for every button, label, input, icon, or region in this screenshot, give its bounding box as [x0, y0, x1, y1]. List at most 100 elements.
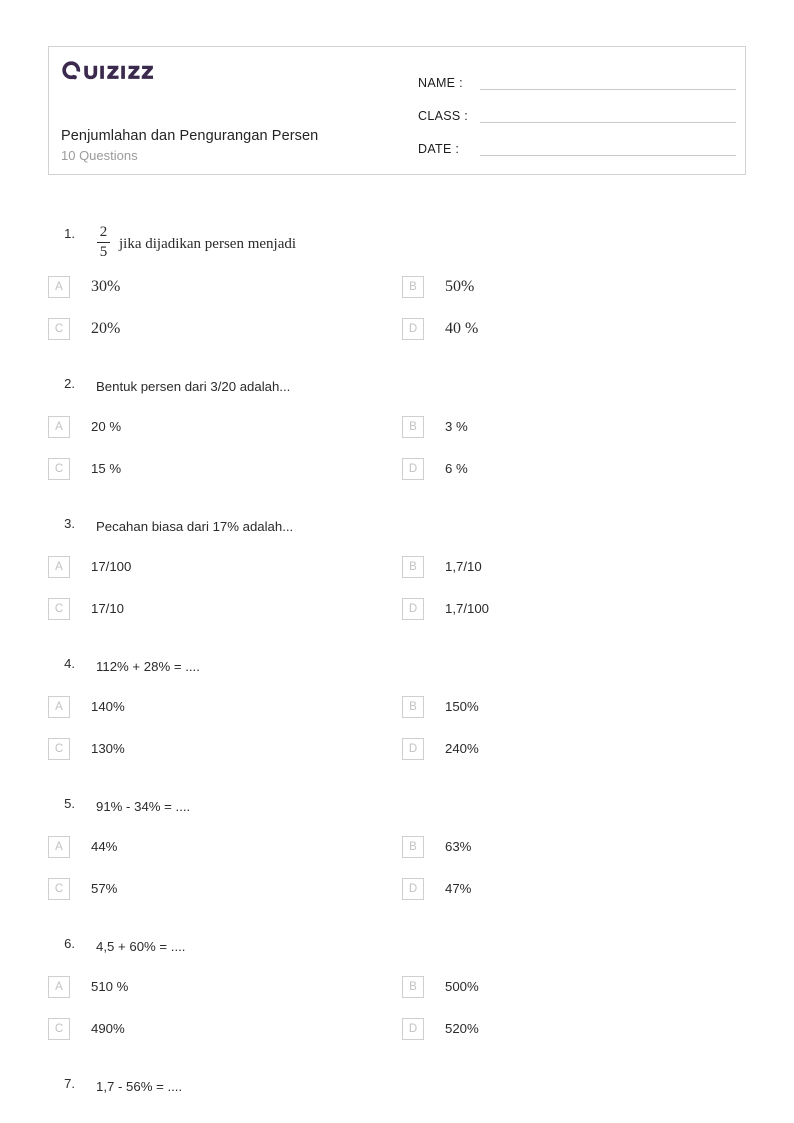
option-letter-box[interactable]: A — [48, 695, 70, 718]
question-prompt: 4,5 + 60% = .... — [96, 938, 186, 954]
option-text: 20% — [91, 319, 121, 337]
class-field-input[interactable] — [480, 121, 736, 123]
answer-option-c[interactable]: C 57% — [48, 877, 118, 900]
answer-option-d[interactable]: D 6 % — [402, 457, 468, 480]
option-letter-box[interactable]: B — [402, 415, 424, 438]
option-letter-box[interactable]: C — [48, 597, 70, 620]
option-row: C 57% D 47% — [0, 877, 794, 920]
option-letter-box[interactable]: B — [402, 835, 424, 858]
fraction-numerator: 2 — [99, 224, 108, 240]
answer-option-b[interactable]: B 1,7/10 — [402, 555, 482, 578]
answer-option-d[interactable]: D 40 % — [402, 317, 478, 340]
question-prompt: 91% - 34% = .... — [96, 798, 191, 814]
answer-option-c[interactable]: C 15 % — [48, 457, 122, 480]
answer-options: A 140% B 150% C 130% D 240% — [0, 695, 794, 780]
answer-option-a[interactable]: A 30% — [48, 275, 120, 298]
quizizz-logo — [61, 58, 157, 84]
option-letter-box[interactable]: D — [402, 317, 424, 340]
question-header: 7. 1,7 - 56% = .... — [0, 1076, 794, 1102]
option-letter-box[interactable]: A — [48, 415, 70, 438]
option-letter-box[interactable]: A — [48, 555, 70, 578]
option-text: 57% — [91, 881, 118, 897]
answer-options: A 30% B 50% C 20% D 40 % — [0, 275, 794, 360]
fraction-denominator: 5 — [99, 244, 108, 261]
option-letter-box[interactable]: D — [402, 597, 424, 620]
answer-option-c[interactable]: C 20% — [48, 317, 121, 340]
answer-option-c[interactable]: C 490% — [48, 1017, 125, 1040]
date-field-label: DATE : — [418, 142, 460, 156]
question-prompt: Bentuk persen dari 3/20 adalah... — [96, 378, 291, 394]
option-letter-box[interactable]: B — [402, 975, 424, 998]
option-letter-box[interactable]: D — [402, 457, 424, 480]
answer-option-d[interactable]: D 520% — [402, 1017, 479, 1040]
option-text: 500% — [445, 979, 479, 995]
answer-option-a[interactable]: A 20 % — [48, 415, 121, 438]
question-number: 5. — [64, 795, 75, 811]
answer-option-a[interactable]: A 44% — [48, 835, 118, 858]
answer-option-b[interactable]: B 3 % — [402, 415, 468, 438]
question-text: 2 5 jika dijadikan persen menjadi — [96, 224, 296, 262]
answer-options: A 510 % B 500% C 490% D 520% — [0, 975, 794, 1060]
option-text: 130% — [91, 741, 125, 757]
answer-option-b[interactable]: B 500% — [402, 975, 479, 998]
option-text: 44% — [91, 839, 118, 855]
option-letter-box[interactable]: C — [48, 1017, 70, 1040]
question-text: 91% - 34% = .... — [96, 796, 190, 818]
option-text: 1,7/10 — [445, 559, 482, 575]
option-letter-box[interactable]: B — [402, 275, 424, 298]
option-row: C 490% D 520% — [0, 1017, 794, 1060]
option-row: A 20 % B 3 % — [0, 415, 794, 458]
option-letter-box[interactable]: B — [402, 695, 424, 718]
option-text: 63% — [445, 839, 472, 855]
fraction-bar — [97, 242, 110, 244]
option-text: 240% — [445, 741, 479, 757]
option-letter-box[interactable]: B — [402, 555, 424, 578]
worksheet-header-card: Penjumlahan dan Pengurangan Persen 10 Qu… — [48, 46, 746, 175]
question-header: 2. Bentuk persen dari 3/20 adalah... — [0, 376, 794, 402]
option-letter-box[interactable]: A — [48, 275, 70, 298]
option-letter-box[interactable]: C — [48, 317, 70, 340]
option-row: A 44% B 63% — [0, 835, 794, 878]
date-field-input[interactable] — [480, 154, 736, 156]
answer-options: A 20 % B 3 % C 15 % D 6 % — [0, 415, 794, 500]
question-prompt: 1,7 - 56% = .... — [96, 1078, 183, 1094]
answer-option-b[interactable]: B 63% — [402, 835, 472, 858]
answer-option-c[interactable]: C 17/10 — [48, 597, 124, 620]
question-header: 1. 2 5 jika dijadikan persen menjadi — [0, 224, 794, 262]
option-letter-box[interactable]: C — [48, 877, 70, 900]
option-row: A 140% B 150% — [0, 695, 794, 738]
question-number: 1. — [64, 226, 75, 241]
option-letter-box[interactable]: A — [48, 975, 70, 998]
option-text: 510 % — [91, 979, 129, 995]
option-letter-box[interactable]: C — [48, 457, 70, 480]
option-row: C 130% D 240% — [0, 737, 794, 780]
answer-options: A 17/100 B 1,7/10 C 17/10 D 1,7/100 — [0, 555, 794, 640]
answer-option-b[interactable]: B 50% — [402, 275, 474, 298]
option-text: 15 % — [91, 461, 122, 477]
option-letter-box[interactable]: D — [402, 1017, 424, 1040]
option-letter-box[interactable]: D — [402, 737, 424, 760]
answer-option-a[interactable]: A 140% — [48, 695, 125, 718]
question-block: 7. 1,7 - 56% = .... — [0, 1076, 794, 1102]
question-text: 1,7 - 56% = .... — [96, 1076, 182, 1098]
answer-option-d[interactable]: D 1,7/100 — [402, 597, 489, 620]
option-letter-box[interactable]: D — [402, 877, 424, 900]
answer-option-c[interactable]: C 130% — [48, 737, 125, 760]
answer-option-b[interactable]: B 150% — [402, 695, 479, 718]
answer-option-d[interactable]: D 47% — [402, 877, 471, 900]
question-text: Pecahan biasa dari 17% adalah... — [96, 516, 293, 538]
option-letter-box[interactable]: A — [48, 835, 70, 858]
answer-option-a[interactable]: A 510 % — [48, 975, 129, 998]
question-block: 4. 112% + 28% = .... A 140% B 150% C 130% D 240% — [0, 656, 794, 780]
question-text: Bentuk persen dari 3/20 adalah... — [96, 376, 290, 398]
name-field-row: NAME : — [418, 61, 736, 94]
question-number: 7. — [64, 1075, 75, 1091]
name-field-input[interactable] — [480, 88, 736, 90]
option-row: A 30% B 50% — [0, 275, 794, 318]
answer-option-a[interactable]: A 17/100 — [48, 555, 132, 578]
question-text: 112% + 28% = .... — [96, 656, 200, 678]
option-letter-box[interactable]: C — [48, 737, 70, 760]
answer-option-d[interactable]: D 240% — [402, 737, 479, 760]
option-text: 17/100 — [91, 559, 132, 575]
question-header: 4. 112% + 28% = .... — [0, 656, 794, 682]
